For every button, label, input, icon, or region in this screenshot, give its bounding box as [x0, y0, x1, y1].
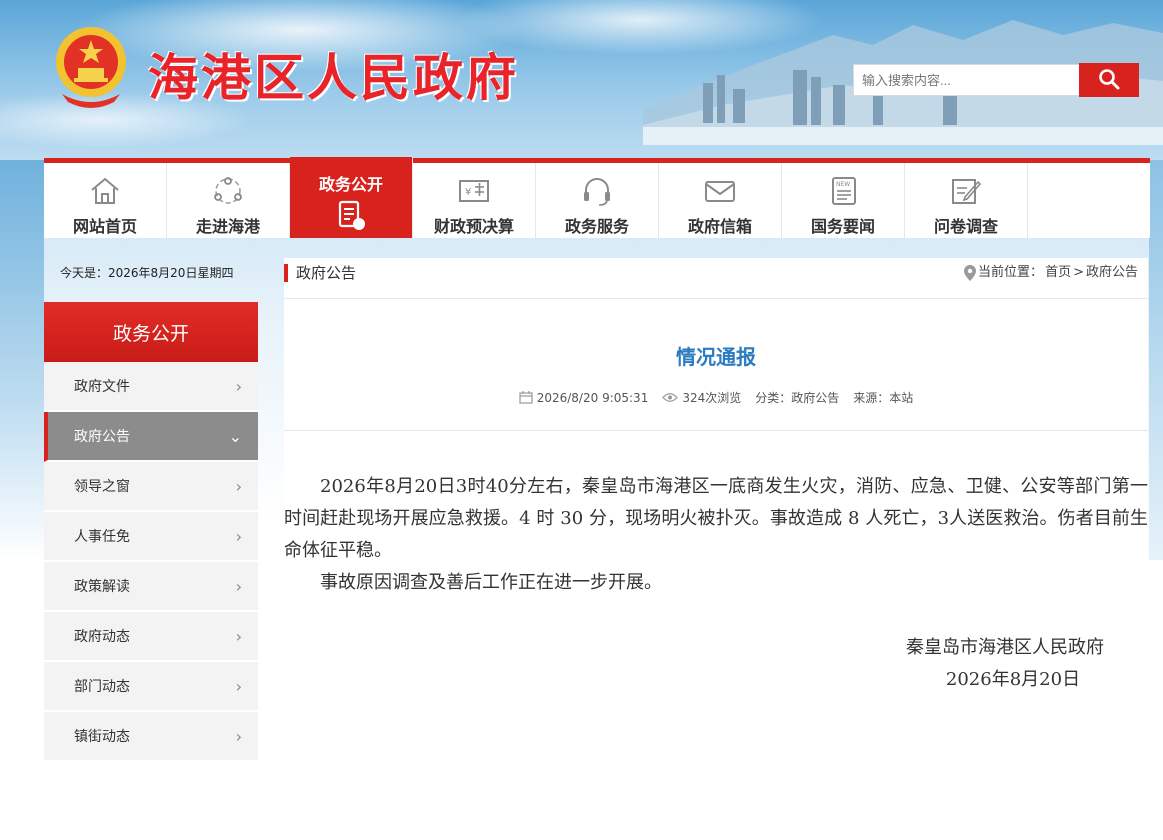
breadcrumb-current-link[interactable]: 政府公告: [1086, 264, 1138, 282]
svg-text:NEW: NEW: [836, 181, 850, 188]
sidebar-item-department-news[interactable]: 部门动态 ›: [44, 662, 258, 712]
nav-label: 问卷调查: [933, 217, 998, 236]
nav-filler: [1028, 163, 1150, 238]
sidebar-item-policy-interpretation[interactable]: 政策解读 ›: [44, 562, 258, 612]
eye-icon: [662, 393, 679, 402]
chevron-right-icon: ›: [235, 526, 242, 546]
sidebar-item-label: 政府文件: [74, 379, 130, 395]
sea-decoration-left: [0, 160, 44, 560]
datetime-text: 2026/8/20 9:05:31: [536, 390, 649, 405]
today-date: 今天是：2026年8月20日星期四: [60, 266, 234, 280]
search-button[interactable]: [1079, 63, 1139, 97]
sidebar-item-label: 部门动态: [74, 679, 130, 695]
nav-label: 政务公开: [318, 175, 383, 194]
nav-item-survey[interactable]: 问卷调查: [905, 163, 1028, 238]
breadcrumb-home-link[interactable]: 首页: [1045, 264, 1071, 282]
nav-item-gov-affairs[interactable]: 政务公开: [290, 157, 413, 238]
chevron-down-icon: ⌄: [228, 426, 242, 446]
sidebar-item-label: 政府公告: [74, 429, 130, 445]
nav-label: 财政预决算: [433, 217, 514, 236]
chevron-right-icon: ›: [235, 476, 242, 496]
sea-decoration-right: [1149, 160, 1163, 560]
sidebar-item-gov-documents[interactable]: 政府文件 ›: [44, 362, 258, 412]
nav-label: 国务要闻: [810, 217, 875, 236]
nav-label: 政务服务: [564, 217, 629, 236]
article-signature: 秦皇岛市海港区人民政府 2026年8月20日: [906, 632, 1104, 696]
national-emblem-icon: [56, 27, 126, 108]
sidebar-item-label: 领导之窗: [74, 479, 130, 495]
nav-item-mailbox[interactable]: 政府信箱: [659, 163, 782, 238]
sidebar-menu: 政府文件 › 政府公告 ⌄ 领导之窗 › 人事任免 › 政策解读 › 政府动态 …: [44, 362, 258, 762]
svg-text:¥: ¥: [465, 187, 471, 198]
sidebar-item-appointments[interactable]: 人事任免 ›: [44, 512, 258, 562]
people-icon: [214, 177, 242, 204]
nav-item-home[interactable]: 网站首页: [44, 163, 167, 238]
sidebar-item-town-news[interactable]: 镇街动态 ›: [44, 712, 258, 762]
nav-item-budget[interactable]: ¥ 财政预决算: [413, 163, 536, 238]
sidebar-item-label: 政策解读: [74, 579, 130, 595]
document-icon: [338, 200, 365, 230]
nav-label: 政府信箱: [687, 217, 752, 236]
main-nav: 网站首页 走进海港 政务公开 ¥ 财政预决算 政务服务 政府信箱 NEW 国务要…: [44, 157, 1150, 238]
chevron-right-icon: ›: [235, 576, 242, 596]
nav-label: 网站首页: [72, 217, 137, 236]
meta-source: 来源：本站: [853, 391, 914, 405]
divider: [284, 430, 1148, 431]
chevron-right-icon: ›: [235, 676, 242, 696]
article-title: 情况通报: [676, 345, 756, 369]
breadcrumb: 政府公告 当前位置： 首页 > 政府公告: [284, 258, 1148, 299]
search-input[interactable]: [853, 64, 1079, 96]
meta-datetime: 2026/8/20 9:05:31: [519, 390, 649, 405]
location-label: 当前位置：: [978, 265, 1044, 280]
sidebar-item-gov-announcements[interactable]: 政府公告 ⌄: [44, 412, 258, 462]
sidebar-item-label: 镇街动态: [74, 729, 130, 745]
nav-item-about[interactable]: 走进海港: [167, 163, 290, 238]
finance-icon: ¥: [459, 180, 489, 202]
sidebar-item-label: 人事任免: [74, 529, 130, 545]
home-icon: [91, 177, 119, 204]
sidebar-heading: 政务公开: [44, 302, 258, 362]
meta-category: 分类：政府公告: [755, 391, 840, 405]
mail-icon: [705, 181, 735, 202]
article-paragraph: 事故原因调查及善后工作正在进一步开展。: [320, 572, 662, 593]
article-body: 2026年8月20日3时40分左右，秦皇岛市海港区一底商发生火灾，消防、应急、卫…: [284, 471, 1148, 599]
news-icon: NEW: [832, 177, 856, 205]
breadcrumb-separator: >: [1073, 265, 1084, 280]
nav-item-services[interactable]: 政务服务: [536, 163, 659, 238]
article-container: 情况通报 2026/8/20 9:05:31 324次浏览 分类：政府公告 来源…: [284, 299, 1148, 779]
signature-org: 秦皇岛市海港区人民政府: [906, 637, 1104, 658]
section-title: 政府公告: [284, 264, 356, 282]
chevron-right-icon: ›: [235, 626, 242, 646]
current-location: 当前位置： 首页 > 政府公告: [964, 264, 1138, 282]
article-paragraph: 2026年8月20日3时40分左右，秦皇岛市海港区一底商发生火灾，消防、应急、卫…: [284, 476, 1148, 561]
sidebar-item-leaders[interactable]: 领导之窗 ›: [44, 462, 258, 512]
site-title: 海港区人民政府: [148, 48, 519, 107]
signature-date: 2026年8月20日: [945, 669, 1081, 690]
chevron-right-icon: ›: [235, 376, 242, 396]
search-icon: [1099, 68, 1120, 89]
nav-label: 走进海港: [195, 217, 260, 236]
nav-item-national-news[interactable]: NEW 国务要闻: [782, 163, 905, 238]
chevron-right-icon: ›: [235, 726, 242, 746]
sidebar-item-label: 政府动态: [74, 629, 130, 645]
meta-views: 324次浏览: [662, 389, 741, 406]
headset-icon: [584, 178, 610, 206]
sidebar-item-gov-news[interactable]: 政府动态 ›: [44, 612, 258, 662]
calendar-icon: [519, 391, 533, 404]
location-pin-icon: [964, 265, 977, 281]
survey-icon: [952, 179, 982, 204]
article-meta: 2026/8/20 9:05:31 324次浏览 分类：政府公告 来源：本站: [284, 389, 1148, 406]
views-text: 324次浏览: [682, 391, 742, 405]
